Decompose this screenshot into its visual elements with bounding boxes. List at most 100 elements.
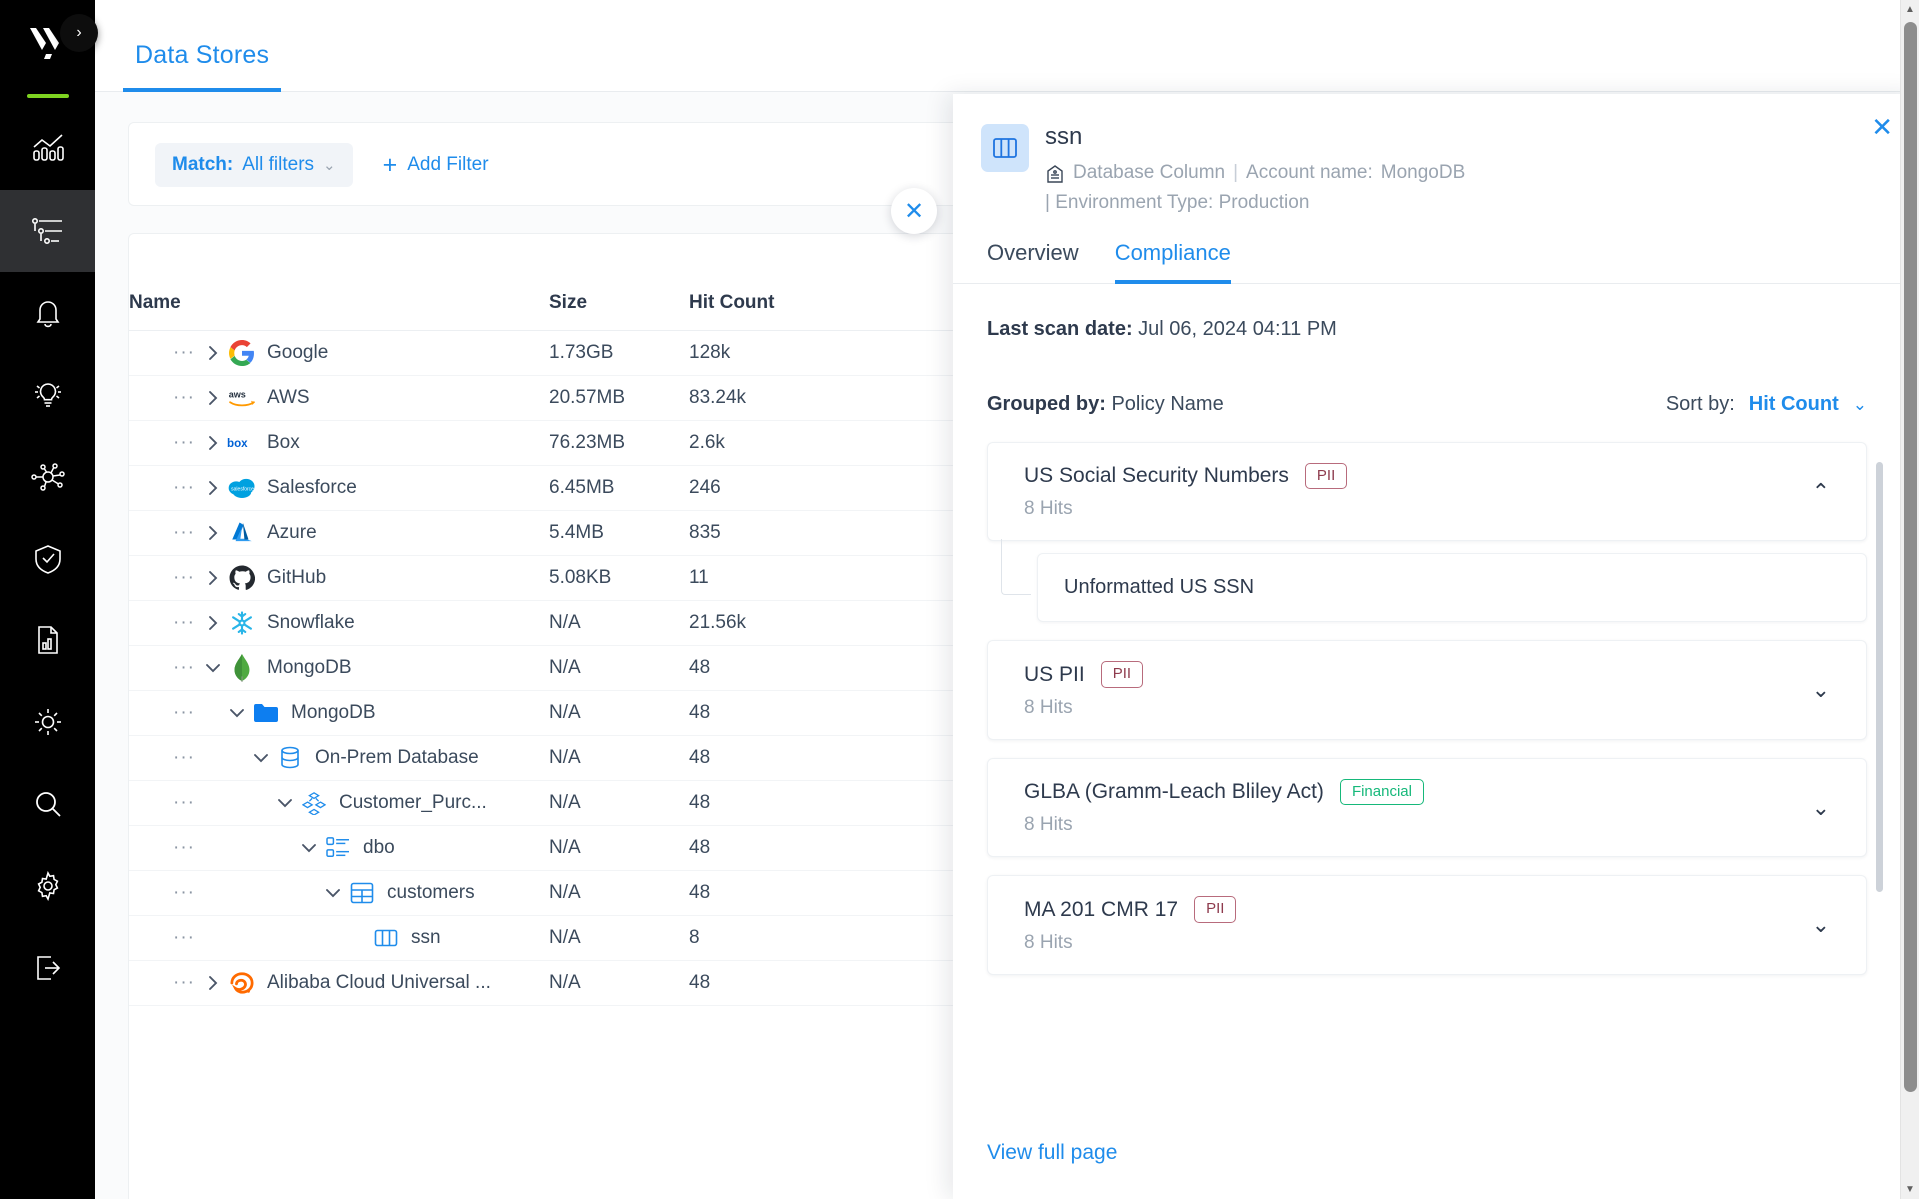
policy-expand-chevron-icon[interactable]: ⌄ [1812,795,1840,821]
chevron-down-icon: ⌄ [323,156,336,174]
row-name-label: GitHub [267,566,327,588]
column-header-size[interactable]: Size [549,234,689,330]
policy-hit-count: 8 Hits [1024,696,1073,718]
tab-data-stores[interactable]: Data Stores [123,41,282,92]
policy-card-info: US PII PII 8 Hits [1024,661,1144,719]
policy-list-scroll-thumb[interactable] [1876,461,1883,892]
row-expand-toggle[interactable] [247,750,275,766]
chevron-down-icon[interactable]: ⌄ [1853,395,1867,415]
row-expand-toggle[interactable] [199,524,227,542]
sidebar-item-data-map[interactable] [0,436,95,518]
policy-card-header[interactable]: US Social Security Numbers PII 8 Hits ⌃ [988,443,1866,541]
sidebar-item-automation[interactable] [0,681,95,763]
name-cell: ··· dbo [173,826,549,870]
row-actions-menu-icon[interactable]: ··· [173,657,199,679]
row-actions-menu-icon[interactable]: ··· [173,432,199,454]
policy-title-row: MA 201 CMR 17 PII [1024,896,1237,923]
sort-by-value[interactable]: Hit Count [1749,393,1839,416]
chevron-right-icon: › [76,24,82,41]
tab-overview[interactable]: Overview [987,240,1079,284]
policy-title-row: GLBA (Gramm-Leach Bliley Act) Financial [1024,778,1424,806]
sidebar-expand-button[interactable]: › [60,14,98,52]
sidebar-item-logout[interactable] [0,927,95,1009]
sidebar-item-analytics[interactable] [0,108,95,190]
row-actions-menu-icon[interactable]: ··· [173,387,199,409]
policy-card[interactable]: US PII PII 8 Hits ⌄ [987,640,1867,740]
row-actions-menu-icon[interactable]: ··· [173,792,199,814]
policy-card[interactable]: GLBA (Gramm-Leach Bliley Act) Financial 8 … [987,757,1867,858]
panel-close-button[interactable]: ✕ [1871,114,1893,140]
row-actions-menu-icon[interactable]: ··· [173,567,199,589]
policy-card-header[interactable]: GLBA (Gramm-Leach Bliley Act) Financial 8 … [988,759,1866,857]
row-actions-menu-icon[interactable]: ··· [173,612,199,634]
policy-list-scrollbar[interactable] [1876,442,1883,962]
row-actions-menu-icon[interactable]: ··· [173,882,199,904]
sidebar-item-insights[interactable] [0,354,95,436]
datastore-glyph-icon [1047,164,1063,183]
window-scrollbar[interactable]: ▲ ▼ [1900,0,1919,1199]
sidebar-item-settings[interactable] [0,845,95,927]
policy-card[interactable]: US Social Security Numbers PII 8 Hits ⌃ [987,441,1867,542]
top-bar: Data Stores [95,0,1919,92]
row-expand-toggle[interactable] [199,569,227,587]
column-header-name[interactable]: Name [129,234,549,330]
name-cell: ··· Azure [173,511,549,555]
window-scroll-thumb[interactable] [1904,22,1917,1092]
scroll-up-arrow-icon[interactable]: ▲ [1901,0,1919,19]
meta-separator-1: | [1233,162,1239,184]
view-full-page-link[interactable]: View full page [987,1141,1117,1165]
row-expand-toggle[interactable] [199,389,227,407]
sidebar-item-reports[interactable] [0,600,95,682]
table-cell-hit-count: 835 [689,510,889,556]
policy-card-header[interactable]: US PII PII 8 Hits ⌄ [988,641,1866,739]
row-actions-menu-icon[interactable]: ··· [173,477,199,499]
panel-header-text: ssn Database Column | Account name: Mong… [1045,123,1465,214]
row-expand-toggle[interactable] [199,479,227,497]
policy-expand-chevron-icon[interactable]: ⌄ [1812,912,1840,938]
column-glyph-icon [993,138,1017,158]
sidebar-item-security[interactable] [0,518,95,600]
policy-child-card[interactable]: Unformatted US SSN [1037,553,1867,623]
row-expand-toggle[interactable] [199,614,227,632]
last-scan-value: Jul 06, 2024 04:11 PM [1138,317,1337,340]
row-actions-menu-icon[interactable]: ··· [173,747,199,769]
row-actions-menu-icon[interactable]: ··· [173,702,199,724]
logout-icon [36,956,60,980]
row-expand-toggle[interactable] [199,660,227,676]
shield-check-icon [34,544,61,574]
row-actions-menu-icon[interactable]: ··· [173,522,199,544]
row-expand-toggle[interactable] [199,344,227,362]
row-expand-toggle[interactable] [271,795,299,811]
row-expand-toggle[interactable] [319,885,347,901]
row-expand-toggle[interactable] [199,434,227,452]
column-header-hit-count[interactable]: Hit Count [689,234,889,330]
row-actions-menu-icon[interactable]: ··· [173,837,199,859]
row-actions-menu-icon[interactable]: ··· [173,972,199,994]
policy-card[interactable]: MA 201 CMR 17 PII 8 Hits ⌄ [987,875,1867,975]
policy-expand-chevron-icon[interactable]: ⌃ [1812,479,1840,505]
name-cell: ··· Snowflake [173,601,549,645]
app-root: › Data Stores Match: All filters ⌄ + Add [0,0,1919,1199]
table-cell-size: N/A [549,825,689,871]
row-expand-toggle[interactable] [199,974,227,992]
close-overlay-button[interactable]: ✕ [891,188,937,234]
sidebar-item-search[interactable] [0,763,95,845]
sidebar-item-alerts[interactable] [0,272,95,354]
panel-account-key: Account name: [1246,162,1373,184]
scroll-down-arrow-icon[interactable]: ▼ [1901,1180,1919,1199]
panel-header-row: ssn Database Column | Account name: Mong… [981,123,1885,214]
row-expand-toggle[interactable] [295,840,323,856]
row-name-label: AWS [267,386,310,408]
row-actions-menu-icon[interactable]: ··· [173,927,199,949]
row-actions-menu-icon[interactable]: ··· [173,342,199,364]
sidebar-item-data-stores[interactable] [0,190,95,272]
row-name-label: ssn [411,926,441,948]
row-name-label: Alibaba Cloud Universal ... [267,971,491,993]
policy-card-header[interactable]: MA 201 CMR 17 PII 8 Hits ⌄ [988,876,1866,974]
policy-expand-chevron-icon[interactable]: ⌄ [1812,677,1840,703]
match-filter-dropdown[interactable]: Match: All filters ⌄ [155,143,353,187]
tab-compliance[interactable]: Compliance [1114,240,1231,284]
add-filter-button[interactable]: + Add Filter [383,152,489,178]
alibaba-logo [227,971,257,995]
row-expand-toggle[interactable] [223,705,251,721]
